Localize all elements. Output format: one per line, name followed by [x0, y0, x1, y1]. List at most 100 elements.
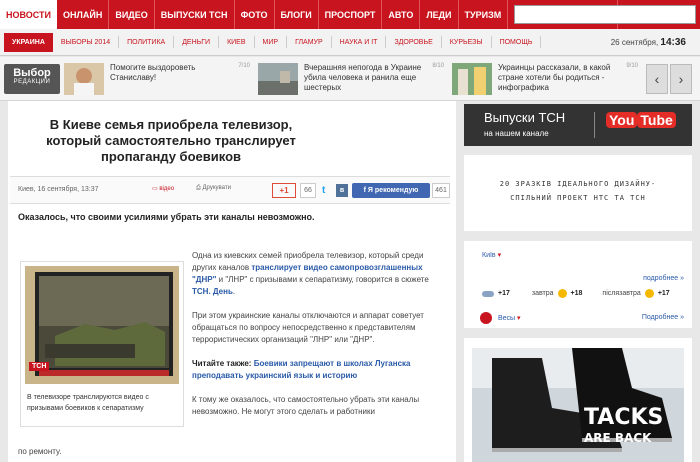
- facebook-icon: f: [363, 187, 366, 194]
- article-meta-bar: Киев, 16 сентября, 13:37 ▭ відео ⎙ Друку…: [10, 176, 450, 204]
- strip-thumb-2: [258, 63, 298, 95]
- paragraph-1: Одна из киевских семей приобрела телевиз…: [192, 250, 448, 298]
- horoscope-sign[interactable]: Весы ▾: [498, 314, 521, 322]
- youtube-logo-you: You: [606, 112, 638, 128]
- nav-item-tsn-episodes[interactable]: ВЫПУСКИ ТСН: [155, 0, 235, 29]
- p1-text-b: и "ЛНР" с призывами к сепаратизму, говор…: [216, 275, 429, 284]
- strip-count-3: 9/10: [626, 63, 638, 69]
- design-ad-banner[interactable]: 20 ЗРАЗКІВ ІДЕАЛЬНОГО ДИЗАЙНУ- СПІЛЬНИЙ …: [464, 155, 692, 231]
- strip-text-1: Помогите выздороветь Станиславу!: [110, 63, 196, 82]
- subnav-item-curiosities[interactable]: КУРЬЕЗЫ: [442, 36, 492, 48]
- libra-icon: [480, 312, 492, 324]
- article-date: Киев, 16 сентября, 13:37: [18, 186, 99, 193]
- subnav-item-glamour[interactable]: ГЛАМУР: [287, 36, 332, 48]
- article-photo[interactable]: ТСН В телевизоре транслируются видео с п…: [20, 261, 184, 427]
- sun-icon: [557, 289, 567, 298]
- strip-item-2[interactable]: Вчерашняя непогода в Украине убила челов…: [258, 63, 444, 95]
- print-link[interactable]: ⎙ Друкувати: [196, 185, 231, 192]
- strip-prev-button[interactable]: ‹: [646, 64, 668, 94]
- weather-city-label: Київ: [482, 252, 496, 259]
- subnav-item-help[interactable]: ПОМОЩЬ: [492, 36, 542, 48]
- strip-next-button[interactable]: ›: [670, 64, 692, 94]
- subnav-item-elections[interactable]: ВЫБОРЫ 2014: [53, 36, 120, 48]
- weather-more-link[interactable]: подробнее »: [643, 275, 684, 282]
- youtube-logo: You Tube: [606, 112, 676, 128]
- twitter-icon[interactable]: t: [322, 185, 325, 196]
- sun-icon: [644, 289, 654, 298]
- weather-tomorrow-temp: +18: [570, 290, 583, 297]
- google-plus-button[interactable]: +1: [272, 183, 296, 198]
- weather-widget: Київ ▾ подробнее » +17 завтра +18 післяз…: [464, 241, 692, 328]
- nav-item-tourism[interactable]: ТУРИЗМ: [459, 0, 509, 29]
- tsn-youtube-banner[interactable]: Выпуски ТСН на нашем канале You Tube: [464, 104, 692, 146]
- weather-after-temp: +17: [657, 290, 670, 297]
- nav-item-blogs[interactable]: БЛОГИ: [275, 0, 319, 29]
- nav-item-auto[interactable]: АВТО: [382, 0, 421, 29]
- weather-today-temp: +17: [498, 290, 510, 297]
- search-input[interactable]: [514, 5, 696, 24]
- nav-item-online[interactable]: ОНЛАЙН: [57, 0, 110, 29]
- facebook-recommend-button[interactable]: f Я рекомендую: [352, 183, 430, 198]
- hockey-ad-text: TACKS ARE BACK: [584, 405, 664, 448]
- article: В Киеве семья приобрела телевизор, котор…: [8, 101, 456, 462]
- subnav-item-health[interactable]: ЗДОРОВЬЕ: [386, 36, 442, 48]
- subnav-item-ukraine[interactable]: УКРАИНА: [4, 32, 53, 52]
- subnav-item-money[interactable]: ДЕНЬГИ: [174, 36, 220, 48]
- strip-count-2: 8/10: [432, 63, 444, 69]
- strip-text-3: Украинцы рассказали, в какой стране хоте…: [498, 63, 611, 92]
- design-ad-line-1: 20 ЗРАЗКІВ ІДЕАЛЬНОГО ДИЗАЙНУ-: [499, 180, 657, 188]
- tsn-logo: ТСН: [29, 362, 50, 371]
- nav-item-video[interactable]: ВИДЕО: [109, 0, 155, 29]
- tsn-day-link[interactable]: ТСН. День: [192, 287, 233, 296]
- hockey-ad-banner[interactable]: TACKS ARE BACK: [464, 338, 692, 462]
- editors-choice-title: Выбор: [13, 67, 51, 79]
- video-label: відео: [159, 186, 175, 192]
- sub-nav: УКРАИНА ВЫБОРЫ 2014 ПОЛИТИКА ДЕНЬГИ КИЕВ…: [0, 29, 700, 56]
- strip-count-1: 7/10: [238, 63, 250, 69]
- video-link[interactable]: ▭ відео: [152, 185, 174, 192]
- horoscope-sign-label: Весы: [498, 315, 516, 322]
- editors-choice-subtitle: редакции: [13, 79, 51, 85]
- weather-forecast-row: +17 завтра +18 післязавтра +17: [482, 289, 670, 298]
- date-text: 26 сентября,: [610, 38, 659, 47]
- photo-caption: В телевизоре транслируются видео с призы…: [27, 394, 149, 412]
- strip-item-3[interactable]: Украинцы рассказали, в какой стране хоте…: [452, 63, 638, 95]
- time-text: 14:36: [660, 37, 686, 48]
- strip-item-1[interactable]: Помогите выздороветь Станиславу! 7/10: [64, 63, 250, 95]
- article-title: В Киеве семья приобрела телевизор, котор…: [46, 117, 296, 164]
- subnav-item-world[interactable]: МИР: [255, 36, 288, 48]
- nav-item-prosport[interactable]: ПРОСПОРТ: [319, 0, 383, 29]
- read-also: Читайте также: Боевики запрещают в школа…: [192, 358, 448, 382]
- main-nav: НОВОСТИ ОНЛАЙН ВИДЕО ВЫПУСКИ ТСН ФОТО БЛ…: [0, 0, 700, 29]
- subnav-item-politics[interactable]: ПОЛИТИКА: [119, 36, 175, 48]
- tsn-banner-subtitle: на нашем канале: [484, 129, 549, 138]
- current-date: 26 сентября, 14:36: [611, 37, 686, 48]
- banner-divider: [594, 112, 595, 138]
- p1-text-end: .: [232, 287, 236, 296]
- google-plus-count: 66: [300, 183, 316, 198]
- article-body: Одна из киевских семей приобрела телевиз…: [192, 250, 448, 430]
- weather-tomorrow-label: завтра: [531, 290, 554, 297]
- read-also-label: Читайте также:: [192, 359, 254, 368]
- horoscope-more-link[interactable]: Подробнее »: [642, 314, 684, 321]
- sign-dropdown-icon: ▾: [517, 315, 521, 322]
- paragraph-3: К тому же оказалось, что самостоятельно …: [192, 395, 420, 416]
- video-icon: ▭: [152, 186, 158, 192]
- facebook-count: 461: [432, 183, 450, 198]
- design-ad-text: 20 ЗРАЗКІВ ІДЕАЛЬНОГО ДИЗАЙНУ- СПІЛЬНИЙ …: [472, 177, 684, 205]
- weather-city[interactable]: Київ ▾: [482, 251, 501, 259]
- print-icon: ⎙: [196, 185, 201, 191]
- weather-after-label: післязавтра: [602, 290, 641, 297]
- nav-item-news[interactable]: НОВОСТИ: [0, 0, 58, 29]
- nav-item-photo[interactable]: ФОТО: [235, 0, 275, 29]
- nav-item-ladies[interactable]: ЛЕДИ: [420, 0, 459, 29]
- vk-button[interactable]: в: [336, 184, 348, 197]
- subnav-item-science[interactable]: НАУКА И IT: [332, 36, 387, 48]
- strip-thumb-3: [452, 63, 492, 95]
- hockey-ad-line-1: TACKS: [584, 405, 664, 430]
- paragraph-3-tail: по ремонту.: [18, 447, 62, 456]
- paragraph-2: При этом украинские каналы отключаются и…: [192, 311, 424, 344]
- subnav-item-kiev[interactable]: КИЕВ: [219, 36, 255, 48]
- facebook-recommend-label: Я рекомендую: [367, 187, 419, 194]
- print-label: Друкувати: [202, 185, 231, 191]
